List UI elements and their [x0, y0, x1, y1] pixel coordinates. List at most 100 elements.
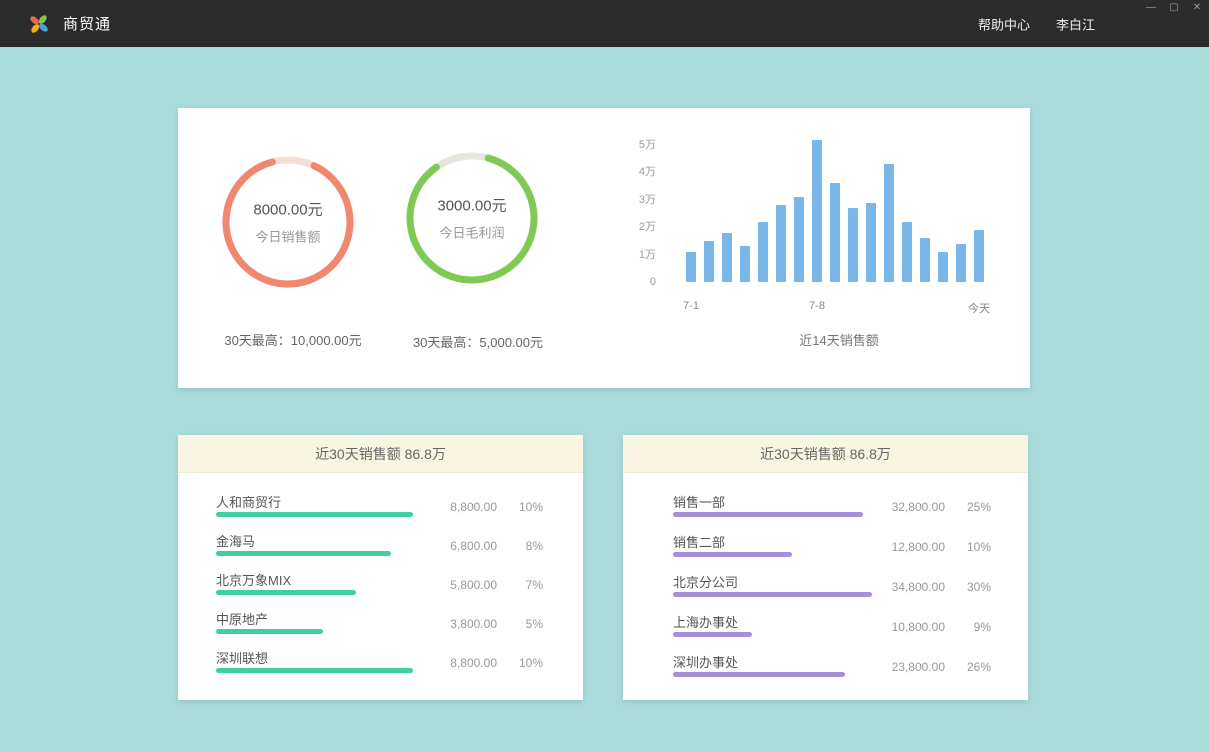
overview-card: 8000.00元 今日销售额 30天最高：10,000.00元 3000.00元… — [178, 108, 1030, 388]
bar — [758, 222, 768, 282]
dept-rank-list: 销售一部 32,800.00 25% 销售二部 12,800.00 10% 北京分公司 34,… — [623, 473, 1028, 691]
y-tick-label: 3万 — [596, 193, 656, 207]
row-percent: 10% — [957, 540, 991, 554]
row-value: 5,800.00 — [419, 578, 497, 592]
x-tick-label: 7-8 — [809, 300, 825, 312]
y-tick-label: 5万 — [596, 138, 656, 152]
row-name: 上海办事处 — [673, 612, 738, 631]
row-percent: 5% — [509, 617, 543, 631]
list-item: 深圳办事处 23,800.00 26% — [673, 651, 991, 691]
row-percent: 7% — [509, 578, 543, 592]
bar-chart-caption: 近14天销售额 — [686, 330, 992, 349]
list-item: 销售二部 12,800.00 10% — [673, 531, 991, 571]
bar-chart-bars — [686, 132, 992, 282]
bar — [920, 238, 930, 282]
y-tick-label: 2万 — [596, 220, 656, 234]
customer-ranking-card: 近30天销售额 86.8万 人和商贸行 8,800.00 10% 金海马 6,800.0… — [178, 435, 583, 700]
list-item: 销售一部 32,800.00 25% — [673, 491, 991, 531]
row-name: 销售一部 — [673, 492, 725, 511]
row-name: 深圳办事处 — [673, 652, 738, 671]
bar — [776, 205, 786, 282]
list-item: 金海马 6,800.00 8% — [216, 530, 543, 569]
bar — [902, 222, 912, 282]
bar — [956, 244, 966, 282]
window-controls: — ▢ ✕ — [1145, 2, 1203, 14]
help-center-link[interactable]: 帮助中心 — [978, 14, 1030, 33]
today-sales-label: 今日销售额 — [218, 227, 358, 246]
department-ranking-card: 近30天销售额 86.8万 销售一部 32,800.00 25% 销售二部 12,800… — [623, 435, 1028, 700]
app-title: 商贸通 — [63, 13, 111, 34]
row-percent: 10% — [509, 656, 543, 670]
row-progress-bar — [673, 592, 872, 597]
bar — [848, 208, 858, 282]
row-progress-bar — [216, 629, 323, 634]
row-progress-bar — [216, 512, 413, 517]
list-item: 深圳联想 8,800.00 10% — [216, 647, 543, 686]
bar — [686, 252, 696, 282]
bar — [722, 233, 732, 282]
user-name-link[interactable]: 李白江 — [1056, 14, 1095, 33]
row-name: 北京分公司 — [673, 572, 738, 591]
row-percent: 30% — [957, 580, 991, 594]
row-value: 8,800.00 — [419, 656, 497, 670]
list-item: 北京万象MIX 5,800.00 7% — [216, 569, 543, 608]
row-percent: 25% — [957, 500, 991, 514]
row-percent: 8% — [509, 539, 543, 553]
minimize-icon[interactable]: — — [1145, 2, 1157, 14]
row-name: 金海马 — [216, 531, 255, 550]
bar — [812, 140, 822, 282]
bar — [740, 246, 750, 282]
row-value: 23,800.00 — [867, 660, 945, 674]
today-profit-max: 30天最高：5,000.00元 — [363, 332, 593, 351]
row-value: 6,800.00 — [419, 539, 497, 553]
today-sales-ring: 8000.00元 今日销售额 — [218, 152, 358, 292]
x-tick-label: 7-1 — [683, 300, 699, 312]
list-item: 人和商贸行 8,800.00 10% — [216, 491, 543, 530]
row-value: 10,800.00 — [867, 620, 945, 634]
bar — [830, 183, 840, 282]
row-value: 32,800.00 — [867, 500, 945, 514]
row-progress-bar — [673, 672, 845, 677]
bar — [938, 252, 948, 282]
customer-card-title: 近30天销售额 86.8万 — [178, 435, 583, 473]
row-name: 销售二部 — [673, 532, 725, 551]
row-progress-bar — [673, 552, 792, 557]
bar — [974, 230, 984, 282]
row-name: 中原地产 — [216, 609, 268, 628]
row-value: 34,800.00 — [867, 580, 945, 594]
row-value: 3,800.00 — [419, 617, 497, 631]
list-item: 上海办事处 10,800.00 9% — [673, 611, 991, 651]
row-value: 12,800.00 — [867, 540, 945, 554]
today-profit-ring: 3000.00元 今日毛利润 — [402, 148, 542, 288]
today-profit-value: 3000.00元 — [402, 195, 542, 216]
row-progress-bar — [216, 590, 356, 595]
row-percent: 9% — [957, 620, 991, 634]
bar — [794, 197, 804, 282]
row-progress-bar — [216, 551, 391, 556]
department-card-title: 近30天销售额 86.8万 — [623, 435, 1028, 473]
customer-rank-list: 人和商贸行 8,800.00 10% 金海马 6,800.00 8% 北京万象MIX 5,80… — [178, 473, 583, 686]
close-icon[interactable]: ✕ — [1191, 2, 1203, 14]
list-item: 北京分公司 34,800.00 30% — [673, 571, 991, 611]
x-tick-label: 今天 — [968, 300, 990, 316]
row-name: 北京万象MIX — [216, 570, 291, 589]
y-tick-label: 1万 — [596, 248, 656, 262]
today-profit-label: 今日毛利润 — [402, 223, 542, 242]
titlebar: 商贸通 帮助中心 李白江 — ▢ ✕ — [0, 0, 1209, 47]
row-percent: 26% — [957, 660, 991, 674]
row-value: 8,800.00 — [419, 500, 497, 514]
row-name: 深圳联想 — [216, 648, 268, 667]
bar — [884, 164, 894, 282]
maximize-icon[interactable]: ▢ — [1168, 2, 1180, 14]
bar-chart-ylabels: 01万2万3万4万5万 — [596, 132, 656, 282]
row-progress-bar — [216, 668, 413, 673]
today-sales-value: 8000.00元 — [218, 199, 358, 220]
y-tick-label: 0 — [596, 275, 656, 289]
bar-chart-xlabels: 7-1 7-8 今天 — [686, 300, 992, 316]
row-progress-bar — [673, 512, 863, 517]
bar — [866, 203, 876, 282]
row-percent: 10% — [509, 500, 543, 514]
row-name: 人和商贸行 — [216, 492, 281, 511]
y-tick-label: 4万 — [596, 165, 656, 179]
app-logo-icon — [28, 13, 50, 35]
